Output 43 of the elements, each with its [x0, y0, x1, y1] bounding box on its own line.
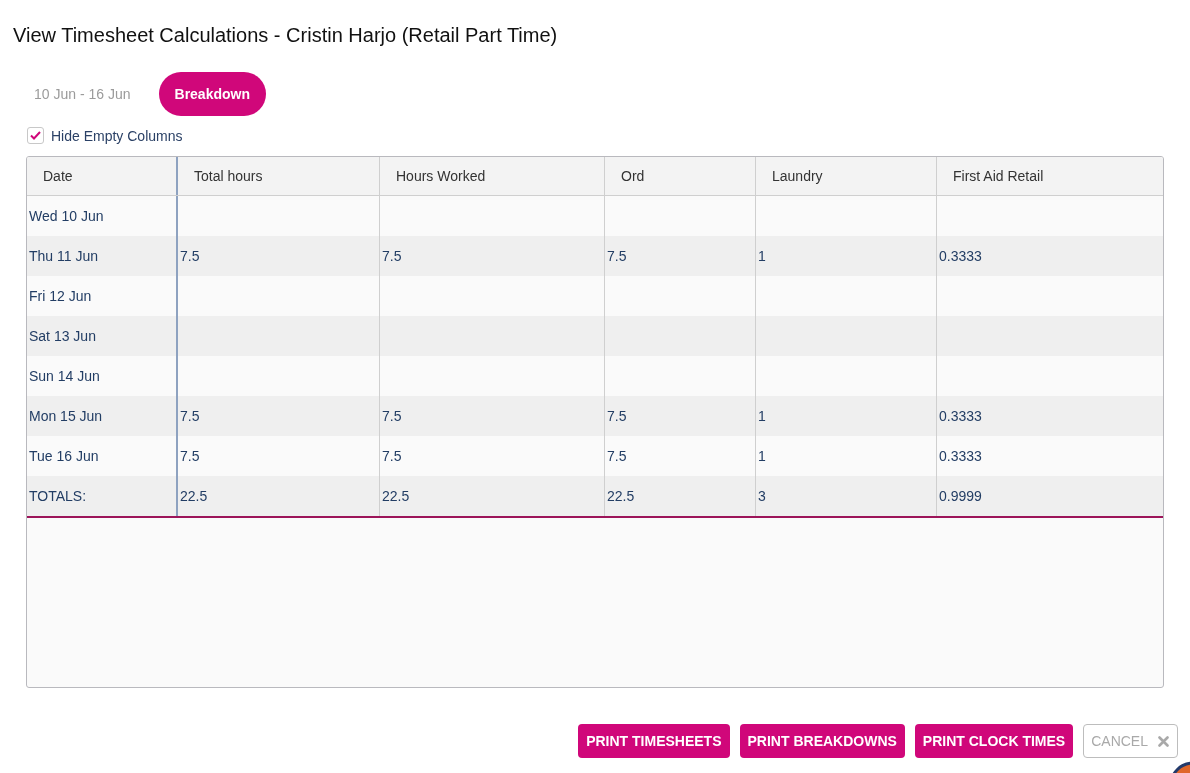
table-cell: Thu 11 Jun	[29, 248, 98, 264]
table-cell: 7.5	[607, 448, 627, 464]
table-cell: 0.9999	[939, 488, 982, 504]
column-header[interactable]: Laundry	[772, 168, 823, 184]
table-cell: 7.5	[382, 248, 402, 264]
table-cell: 7.5	[607, 248, 627, 264]
table-cell: TOTALS:	[29, 488, 87, 504]
tab[interactable]: Breakdown	[158, 72, 266, 116]
table-cell: Sat 13 Jun	[29, 328, 96, 344]
table-cell: 7.5	[180, 248, 200, 264]
check-icon	[30, 131, 41, 140]
table-cell: 7.5	[180, 408, 200, 424]
table-cell: 3	[758, 488, 766, 504]
table-cell: Sun 14 Jun	[29, 368, 100, 384]
column-header[interactable]: Date	[43, 168, 73, 184]
table-cell: 0.3333	[939, 248, 982, 264]
close-icon	[1158, 735, 1169, 747]
print-button[interactable]: PRINT BREAKDOWNS	[739, 724, 905, 758]
table-cell: 22.5	[180, 488, 208, 504]
table-cell: 22.5	[607, 488, 635, 504]
dialog-title: View Timesheet Calculations - Cristin Harjo (Retail Part Time)	[13, 23, 559, 47]
column-header[interactable]: First Aid Retail	[953, 168, 1044, 184]
checkbox-label[interactable]: Hide Empty Columns	[51, 127, 183, 144]
table-cell: 1	[758, 248, 766, 264]
table-cell: Mon 15 Jun	[29, 408, 103, 424]
table-cell: Wed 10 Jun	[29, 208, 104, 224]
table-cell: 7.5	[180, 448, 200, 464]
print-button[interactable]: PRINT CLOCK TIMES	[914, 724, 1074, 758]
table-cell: 0.3333	[939, 408, 982, 424]
column-header[interactable]: Hours Worked	[396, 168, 486, 184]
table-cell: Fri 12 Jun	[29, 288, 92, 304]
column-header[interactable]: Ord	[621, 168, 645, 184]
column-header[interactable]: Total hours	[194, 168, 263, 184]
table-cell: 1	[758, 448, 766, 464]
table-cell: 1	[758, 408, 766, 424]
table-cell: 7.5	[607, 408, 627, 424]
table-cell: 7.5	[382, 448, 402, 464]
print-button[interactable]: PRINT TIMESHEETS	[578, 724, 730, 758]
table-cell: Tue 16 Jun	[29, 448, 99, 464]
table-cell: 0.3333	[939, 448, 982, 464]
table-cell: 7.5	[382, 408, 402, 424]
checkbox[interactable]	[27, 127, 44, 144]
table-cell: 22.5	[382, 488, 410, 504]
